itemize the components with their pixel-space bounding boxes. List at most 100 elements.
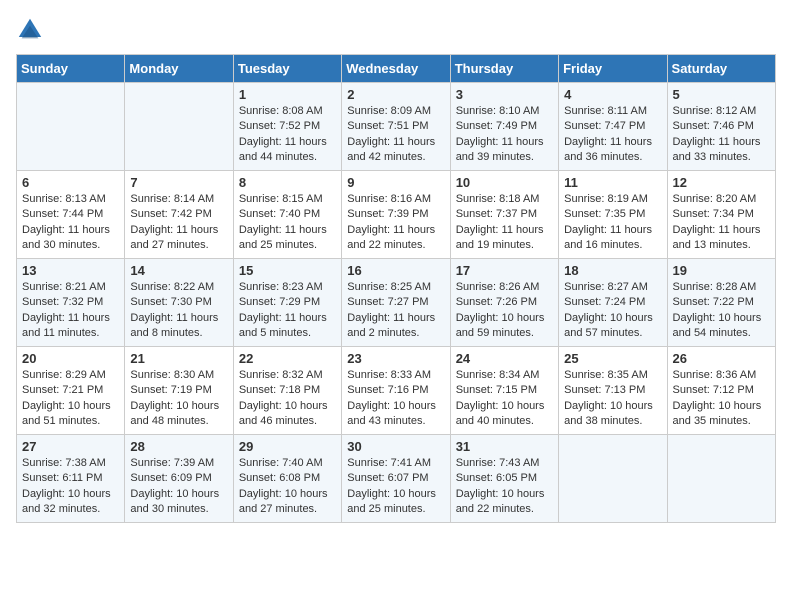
day-number: 17 (456, 263, 553, 278)
day-number: 1 (239, 87, 336, 102)
day-number: 23 (347, 351, 444, 366)
calendar-cell: 24Sunrise: 8:34 AM Sunset: 7:15 PM Dayli… (450, 347, 558, 435)
calendar-cell: 14Sunrise: 8:22 AM Sunset: 7:30 PM Dayli… (125, 259, 233, 347)
day-info: Sunrise: 8:32 AM Sunset: 7:18 PM Dayligh… (239, 368, 336, 430)
week-row-2: 6Sunrise: 8:13 AM Sunset: 7:44 PM Daylig… (17, 171, 776, 259)
day-info: Sunrise: 8:20 AM Sunset: 7:34 PM Dayligh… (673, 192, 770, 254)
day-number: 22 (239, 351, 336, 366)
day-number: 26 (673, 351, 770, 366)
page-header (16, 16, 776, 44)
day-info: Sunrise: 8:30 AM Sunset: 7:19 PM Dayligh… (130, 368, 227, 430)
logo-icon (16, 16, 44, 44)
header-cell-tuesday: Tuesday (233, 55, 341, 83)
day-info: Sunrise: 8:26 AM Sunset: 7:26 PM Dayligh… (456, 280, 553, 342)
week-row-5: 27Sunrise: 7:38 AM Sunset: 6:11 PM Dayli… (17, 435, 776, 523)
calendar-cell: 9 Sunrise: 8:16 AM Sunset: 7:39 PM Daylig… (342, 171, 450, 259)
calendar-cell: 10 Sunrise: 8:18 AM Sunset: 7:37 PM Dayli… (450, 171, 558, 259)
day-info: Sunrise: 8:10 AM Sunset: 7:49 PM Dayligh… (456, 104, 553, 166)
day-info: Sunrise: 8:19 AM Sunset: 7:35 PM Dayligh… (564, 192, 661, 254)
day-info: Sunrise: 8:29 AM Sunset: 7:21 PM Dayligh… (22, 368, 119, 430)
calendar-cell (17, 83, 125, 171)
calendar-cell: 1Sunrise: 8:08 AM Sunset: 7:52 PM Daylig… (233, 83, 341, 171)
calendar-cell: 20 Sunrise: 8:29 AM Sunset: 7:21 PM Dayli… (17, 347, 125, 435)
day-info: Sunrise: 8:22 AM Sunset: 7:30 PM Dayligh… (130, 280, 227, 342)
day-info: Sunrise: 8:21 AM Sunset: 7:32 PM Dayligh… (22, 280, 119, 342)
day-number: 10 (456, 175, 553, 190)
day-number: 2 (347, 87, 444, 102)
day-info: Sunrise: 8:15 AM Sunset: 7:40 PM Dayligh… (239, 192, 336, 254)
calendar-cell (559, 435, 667, 523)
day-info: Sunrise: 8:11 AM Sunset: 7:47 PM Dayligh… (564, 104, 661, 166)
day-info: Sunrise: 8:16 AM Sunset: 7:39 PM Dayligh… (347, 192, 444, 254)
calendar-cell: 15 Sunrise: 8:23 AM Sunset: 7:29 PM Dayli… (233, 259, 341, 347)
day-info: Sunrise: 8:27 AM Sunset: 7:24 PM Dayligh… (564, 280, 661, 342)
header-cell-monday: Monday (125, 55, 233, 83)
calendar-cell: 7 Sunrise: 8:14 AM Sunset: 7:42 PM Daylig… (125, 171, 233, 259)
day-number: 20 (22, 351, 119, 366)
day-number: 30 (347, 439, 444, 454)
day-number: 15 (239, 263, 336, 278)
calendar-cell: 19 Sunrise: 8:28 AM Sunset: 7:22 PM Dayli… (667, 259, 775, 347)
calendar-cell: 21 Sunrise: 8:30 AM Sunset: 7:19 PM Dayli… (125, 347, 233, 435)
calendar-cell: 26 Sunrise: 8:36 AM Sunset: 7:12 PM Dayli… (667, 347, 775, 435)
day-info: Sunrise: 8:28 AM Sunset: 7:22 PM Dayligh… (673, 280, 770, 342)
calendar-cell: 23 Sunrise: 8:33 AM Sunset: 7:16 PM Dayli… (342, 347, 450, 435)
day-number: 28 (130, 439, 227, 454)
day-info: Sunrise: 7:40 AM Sunset: 6:08 PM Dayligh… (239, 456, 336, 518)
logo (16, 16, 48, 44)
day-info: Sunrise: 8:35 AM Sunset: 7:13 PM Dayligh… (564, 368, 661, 430)
day-info: Sunrise: 8:23 AM Sunset: 7:29 PM Dayligh… (239, 280, 336, 342)
calendar-cell: 29Sunrise: 7:40 AM Sunset: 6:08 PM Dayli… (233, 435, 341, 523)
day-info: Sunrise: 8:18 AM Sunset: 7:37 PM Dayligh… (456, 192, 553, 254)
calendar-cell: 28 Sunrise: 7:39 AM Sunset: 6:09 PM Dayli… (125, 435, 233, 523)
day-number: 16 (347, 263, 444, 278)
calendar-cell: 2 Sunrise: 8:09 AM Sunset: 7:51 PM Daylig… (342, 83, 450, 171)
day-info: Sunrise: 8:25 AM Sunset: 7:27 PM Dayligh… (347, 280, 444, 342)
header-cell-saturday: Saturday (667, 55, 775, 83)
calendar-body: 1Sunrise: 8:08 AM Sunset: 7:52 PM Daylig… (17, 83, 776, 523)
calendar-cell: 8Sunrise: 8:15 AM Sunset: 7:40 PM Daylig… (233, 171, 341, 259)
day-info: Sunrise: 7:38 AM Sunset: 6:11 PM Dayligh… (22, 456, 119, 518)
day-info: Sunrise: 8:33 AM Sunset: 7:16 PM Dayligh… (347, 368, 444, 430)
day-number: 5 (673, 87, 770, 102)
calendar-cell: 12Sunrise: 8:20 AM Sunset: 7:34 PM Dayli… (667, 171, 775, 259)
day-number: 9 (347, 175, 444, 190)
day-number: 4 (564, 87, 661, 102)
day-info: Sunrise: 8:34 AM Sunset: 7:15 PM Dayligh… (456, 368, 553, 430)
calendar-cell: 16 Sunrise: 8:25 AM Sunset: 7:27 PM Dayli… (342, 259, 450, 347)
week-row-1: 1Sunrise: 8:08 AM Sunset: 7:52 PM Daylig… (17, 83, 776, 171)
day-info: Sunrise: 8:09 AM Sunset: 7:51 PM Dayligh… (347, 104, 444, 166)
day-number: 25 (564, 351, 661, 366)
header-cell-wednesday: Wednesday (342, 55, 450, 83)
day-number: 6 (22, 175, 119, 190)
header-cell-friday: Friday (559, 55, 667, 83)
day-info: Sunrise: 8:12 AM Sunset: 7:46 PM Dayligh… (673, 104, 770, 166)
calendar-cell: 4 Sunrise: 8:11 AM Sunset: 7:47 PM Daylig… (559, 83, 667, 171)
header-cell-sunday: Sunday (17, 55, 125, 83)
calendar-cell: 5 Sunrise: 8:12 AM Sunset: 7:46 PM Daylig… (667, 83, 775, 171)
header-row: SundayMondayTuesdayWednesdayThursdayFrid… (17, 55, 776, 83)
day-info: Sunrise: 8:14 AM Sunset: 7:42 PM Dayligh… (130, 192, 227, 254)
day-number: 31 (456, 439, 553, 454)
calendar-cell: 22 Sunrise: 8:32 AM Sunset: 7:18 PM Dayli… (233, 347, 341, 435)
day-number: 3 (456, 87, 553, 102)
calendar-cell: 31 Sunrise: 7:43 AM Sunset: 6:05 PM Dayli… (450, 435, 558, 523)
day-number: 19 (673, 263, 770, 278)
day-number: 18 (564, 263, 661, 278)
day-number: 7 (130, 175, 227, 190)
calendar-cell: 17 Sunrise: 8:26 AM Sunset: 7:26 PM Dayli… (450, 259, 558, 347)
day-info: Sunrise: 8:36 AM Sunset: 7:12 PM Dayligh… (673, 368, 770, 430)
day-info: Sunrise: 7:43 AM Sunset: 6:05 PM Dayligh… (456, 456, 553, 518)
calendar-cell: 13Sunrise: 8:21 AM Sunset: 7:32 PM Dayli… (17, 259, 125, 347)
day-info: Sunrise: 7:41 AM Sunset: 6:07 PM Dayligh… (347, 456, 444, 518)
day-number: 11 (564, 175, 661, 190)
header-cell-thursday: Thursday (450, 55, 558, 83)
calendar-cell: 6Sunrise: 8:13 AM Sunset: 7:44 PM Daylig… (17, 171, 125, 259)
day-number: 21 (130, 351, 227, 366)
calendar-cell: 18 Sunrise: 8:27 AM Sunset: 7:24 PM Dayli… (559, 259, 667, 347)
calendar-cell: 30 Sunrise: 7:41 AM Sunset: 6:07 PM Dayli… (342, 435, 450, 523)
calendar-cell: 27Sunrise: 7:38 AM Sunset: 6:11 PM Dayli… (17, 435, 125, 523)
week-row-3: 13Sunrise: 8:21 AM Sunset: 7:32 PM Dayli… (17, 259, 776, 347)
calendar-table: SundayMondayTuesdayWednesdayThursdayFrid… (16, 54, 776, 523)
day-info: Sunrise: 7:39 AM Sunset: 6:09 PM Dayligh… (130, 456, 227, 518)
